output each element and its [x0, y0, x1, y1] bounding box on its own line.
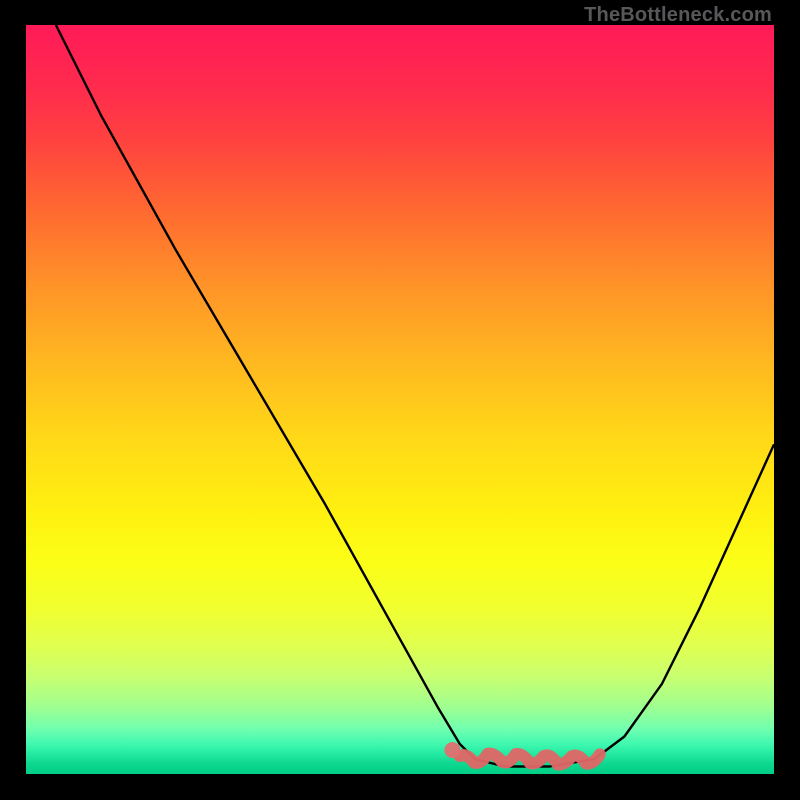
- attribution-label: TheBottleneck.com: [584, 4, 772, 27]
- chart-container: TheBottleneck.com: [0, 0, 800, 800]
- plot-background-gradient: [26, 25, 774, 774]
